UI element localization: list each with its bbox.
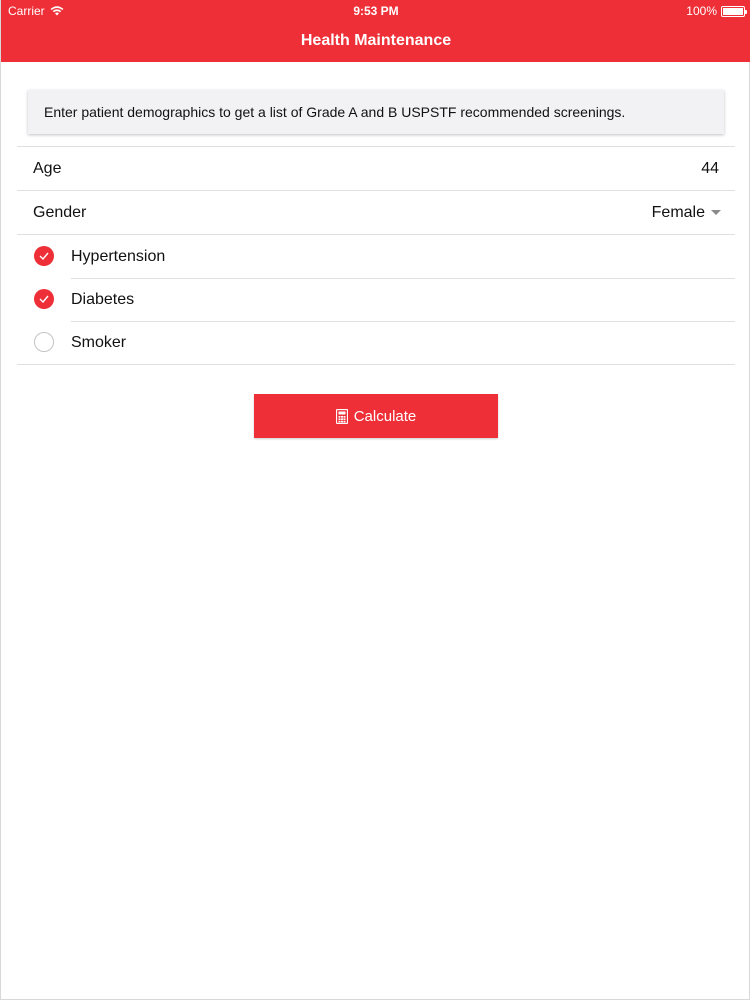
- calculate-button[interactable]: Calculate: [254, 394, 498, 438]
- smoker-checkbox[interactable]: [34, 332, 54, 352]
- demographics-form: Age 44 Gender Female Hypertension Diabet…: [17, 146, 735, 365]
- hypertension-row[interactable]: Hypertension: [17, 235, 735, 279]
- gender-select[interactable]: Female: [652, 191, 721, 234]
- caret-down-icon: [711, 210, 721, 215]
- app-window: Carrier 9:53 PM 100% Health Maintenance …: [0, 0, 750, 1000]
- hypertension-checkbox[interactable]: [34, 246, 54, 266]
- diabetes-checkbox[interactable]: [34, 289, 54, 309]
- gender-label: Gender: [33, 204, 87, 221]
- header-bar: Carrier 9:53 PM 100% Health Maintenance: [1, 0, 750, 62]
- age-value[interactable]: 44: [701, 147, 719, 190]
- checkmark-icon: [39, 252, 49, 260]
- smoker-row[interactable]: Smoker: [17, 321, 735, 365]
- hypertension-label: Hypertension: [71, 248, 166, 265]
- battery-icon: [721, 5, 747, 17]
- diabetes-row[interactable]: Diabetes: [17, 278, 735, 322]
- gender-value: Female: [651, 204, 705, 221]
- smoker-label: Smoker: [71, 334, 127, 351]
- diabetes-label: Diabetes: [71, 291, 135, 308]
- checkmark-icon: [39, 295, 49, 303]
- gender-row[interactable]: Gender Female: [17, 191, 735, 235]
- page-title: Health Maintenance: [300, 32, 452, 49]
- instructions-card: Enter patient demographics to get a list…: [28, 90, 724, 134]
- status-bar: Carrier 9:53 PM 100%: [1, 0, 750, 22]
- battery-percent: 100%: [686, 4, 717, 18]
- age-row[interactable]: Age 44: [17, 147, 735, 191]
- calculate-label: Calculate: [353, 407, 417, 425]
- calculator-icon: [335, 408, 348, 424]
- age-label: Age: [33, 160, 62, 177]
- status-time: 9:53 PM: [353, 4, 399, 18]
- battery-indicator: 100%: [686, 0, 747, 22]
